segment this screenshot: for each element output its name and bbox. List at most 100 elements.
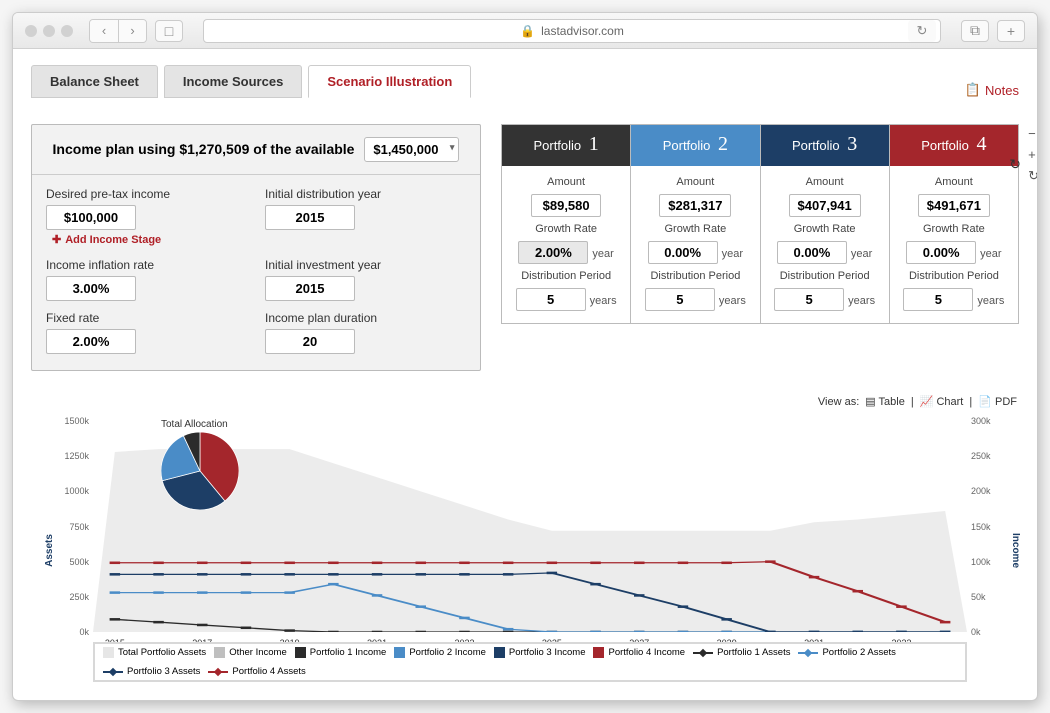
new-tab-button[interactable]: +	[997, 20, 1025, 42]
plan-header: Income plan using $1,270,509 of the avai…	[32, 125, 480, 175]
amount-input[interactable]: $281,317	[659, 194, 731, 217]
amount-input[interactable]: $89,580	[531, 194, 601, 217]
year-col	[749, 421, 793, 632]
duration-label: Income plan duration	[265, 311, 466, 325]
invest-year-label: Initial investment year	[265, 258, 466, 272]
fixed-rate-input[interactable]: 2.00%	[46, 329, 136, 354]
chart-legend: Total Portfolio Assets Other Income Portfo…	[93, 642, 967, 682]
growth-input[interactable]: 2.00%	[518, 241, 588, 264]
available-amount-select[interactable]: $1,450,000	[364, 137, 459, 162]
legend-item[interactable]: .x{}Portfolio 3 Assets	[103, 666, 200, 677]
dist-input[interactable]: 5	[645, 288, 715, 311]
titlebar: ‹ › □ 🔒 lastadvisor.com ↻ ⧉ +	[13, 13, 1037, 49]
browser-window: ‹ › □ 🔒 lastadvisor.com ↻ ⧉ + Balance Sh…	[12, 12, 1038, 701]
notes-link[interactable]: 📋 Notes	[965, 74, 1019, 98]
year-col	[574, 421, 618, 632]
legend-item[interactable]: Other Income	[214, 647, 287, 658]
view-table-link[interactable]: ▤ Table	[865, 395, 905, 408]
inflation-label: Income inflation rate	[46, 258, 247, 272]
add-portfolio-button[interactable]: +	[1028, 147, 1037, 162]
view-chart-link[interactable]: 📈 Chart	[920, 395, 964, 408]
tab-scenario-illustration[interactable]: Scenario Illustration	[308, 65, 471, 98]
scenario-chart: Assets Income 0k250k500k750k1000k1250k15…	[43, 409, 1017, 680]
portfolio-card-1: Portfolio 1 Amount $89,580 Growth Rate 2…	[501, 124, 631, 324]
year-col: 2019	[268, 421, 312, 632]
fixed-rate-label: Fixed rate	[46, 311, 247, 325]
cycle-icon[interactable]: ↻	[1009, 156, 1021, 173]
legend-item[interactable]: Portfolio 4 Income	[593, 647, 685, 658]
portfolio-card-2: Portfolio 2 Amount $281,317 Growth Rate …	[631, 124, 760, 324]
dist-input[interactable]: 5	[903, 288, 973, 311]
amount-input[interactable]: $407,941	[789, 194, 861, 217]
page-tabs: Balance Sheet Income Sources Scenario Il…	[31, 65, 1019, 98]
portfolio-header: Portfolio 3	[761, 125, 889, 166]
plus-icon: ✚	[52, 233, 61, 246]
legend-item[interactable]: .x{}Portfolio 1 Assets	[693, 647, 790, 658]
dist-year-input[interactable]: 2015	[265, 205, 355, 230]
plot-area: 0k250k500k750k1000k1250k1500k 0k50k100k1…	[93, 421, 967, 632]
year-col	[312, 421, 356, 632]
y-axis-right-label: Income	[1010, 532, 1021, 567]
lock-icon: 🔒	[520, 24, 535, 38]
close-icon[interactable]	[25, 25, 37, 37]
tab-balance-sheet[interactable]: Balance Sheet	[31, 65, 158, 98]
inflation-input[interactable]: 3.00%	[46, 276, 136, 301]
dist-year-label: Initial distribution year	[265, 187, 466, 201]
chart-icon: 📈	[920, 396, 934, 408]
year-col: 2027	[617, 421, 661, 632]
notes-label: Notes	[985, 83, 1019, 98]
desired-income-label: Desired pre-tax income	[46, 187, 247, 201]
remove-portfolio-button[interactable]: −	[1028, 126, 1037, 141]
year-col: 2031	[792, 421, 836, 632]
year-col: 2025	[530, 421, 574, 632]
year-col	[486, 421, 530, 632]
growth-input[interactable]: 0.00%	[906, 241, 976, 264]
portfolio-card-4: Portfolio 4 Amount $491,671 Growth Rate …	[890, 124, 1019, 324]
year-col: 2029	[705, 421, 749, 632]
year-col	[399, 421, 443, 632]
portfolio-header: Portfolio 1	[502, 125, 630, 166]
tab-income-sources[interactable]: Income Sources	[164, 65, 302, 98]
invest-year-input[interactable]: 2015	[265, 276, 355, 301]
legend-item[interactable]: Portfolio 3 Income	[494, 647, 586, 658]
minimize-icon[interactable]	[43, 25, 55, 37]
tabs-overview-button[interactable]: □	[155, 20, 183, 42]
year-col: 2015	[93, 421, 137, 632]
portfolio-cards: Portfolio 1 Amount $89,580 Growth Rate 2…	[501, 124, 1019, 324]
desired-income-input[interactable]: $100,000	[46, 205, 136, 230]
income-plan-panel: Income plan using $1,270,509 of the avai…	[31, 124, 481, 371]
add-income-stage-button[interactable]: ✚ Add Income Stage	[52, 233, 161, 246]
reload-button[interactable]: ↻	[908, 20, 936, 42]
refresh-portfolio-button[interactable]: ↻	[1028, 168, 1037, 184]
share-button[interactable]: ⧉	[961, 20, 989, 42]
portfolio-header: Portfolio 4	[890, 125, 1018, 166]
portfolio-card-3: Portfolio 3 ↻ Amount $407,941 Growth Rat…	[761, 124, 890, 324]
table-icon: ▤	[865, 396, 875, 408]
pdf-icon: 📄	[978, 396, 992, 408]
legend-item[interactable]: Portfolio 2 Income	[394, 647, 486, 658]
year-col	[923, 421, 967, 632]
legend-item[interactable]: Portfolio 1 Income	[295, 647, 387, 658]
legend-item[interactable]: .x{}Portfolio 2 Assets	[798, 647, 895, 658]
zoom-icon[interactable]	[61, 25, 73, 37]
amount-input[interactable]: $491,671	[918, 194, 990, 217]
duration-input[interactable]: 20	[265, 329, 355, 354]
year-col: 2021	[355, 421, 399, 632]
allocation-pie: Total Allocation	[161, 419, 239, 515]
growth-input[interactable]: 0.00%	[777, 241, 847, 264]
forward-button[interactable]: ›	[118, 20, 146, 42]
back-button[interactable]: ‹	[90, 20, 118, 42]
view-pdf-link[interactable]: 📄 PDF	[978, 395, 1017, 408]
legend-item[interactable]: .x{}Portfolio 4 Assets	[208, 666, 305, 677]
year-col: 2023	[443, 421, 487, 632]
dist-input[interactable]: 5	[516, 288, 586, 311]
legend-item[interactable]: Total Portfolio Assets	[103, 647, 206, 658]
year-col	[661, 421, 705, 632]
page-content: Balance Sheet Income Sources Scenario Il…	[13, 49, 1037, 700]
year-col	[836, 421, 880, 632]
growth-input[interactable]: 0.00%	[648, 241, 718, 264]
dist-input[interactable]: 5	[774, 288, 844, 311]
url-text: lastadvisor.com	[541, 24, 624, 38]
portfolio-header: Portfolio 2	[631, 125, 759, 166]
address-bar[interactable]: 🔒 lastadvisor.com ↻	[203, 19, 941, 43]
